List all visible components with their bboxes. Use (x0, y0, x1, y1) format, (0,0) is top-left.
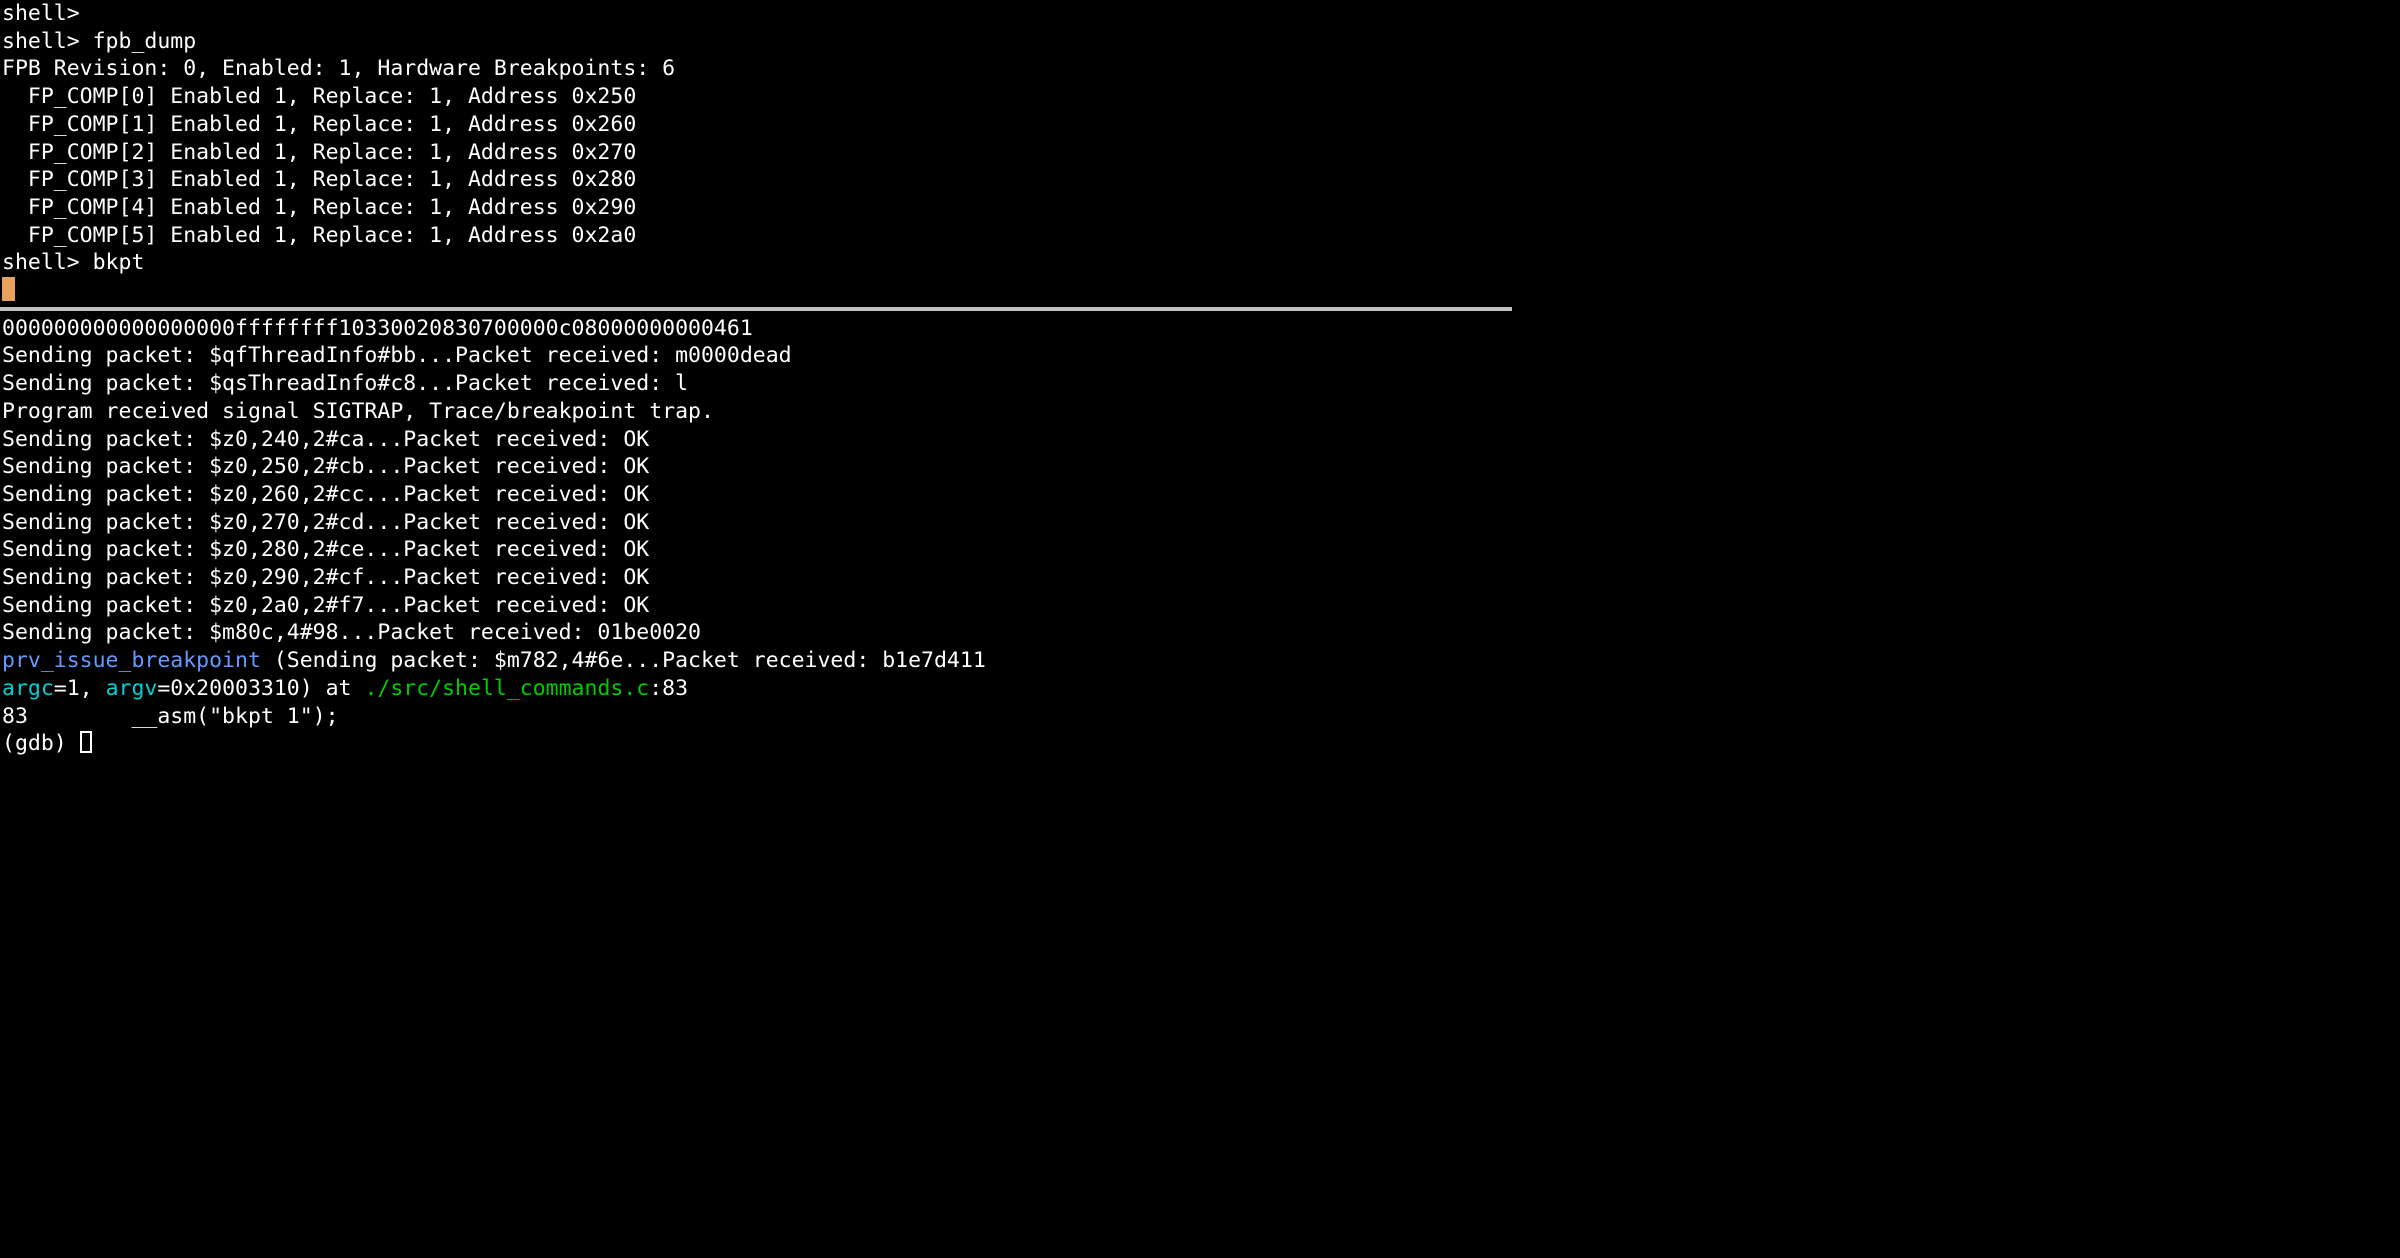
pane-divider[interactable] (0, 307, 1512, 311)
terminal-top-pane[interactable]: shell> shell> fpb_dump FPB Revision: 0, … (0, 0, 1512, 305)
fp-comp-line-1: FP_COMP[1] Enabled 1, Replace: 1, Addres… (2, 111, 1510, 139)
fp-comp-line-2: FP_COMP[2] Enabled 1, Replace: 1, Addres… (2, 139, 1510, 167)
source-line: 83 __asm("bkpt 1"); (2, 703, 1510, 731)
shell-bkpt-line: shell> bkpt (2, 249, 1510, 277)
function-name: prv_issue_breakpoint (2, 648, 261, 673)
sigtrap-line: Program received signal SIGTRAP, Trace/b… (2, 398, 1510, 426)
fp-comp-line-4: FP_COMP[4] Enabled 1, Replace: 1, Addres… (2, 194, 1510, 222)
shell-prompt-line: shell> (2, 0, 1510, 28)
gdb-prompt-line[interactable]: (gdb) (2, 730, 1510, 758)
fp-comp-line-3: FP_COMP[3] Enabled 1, Replace: 1, Addres… (2, 166, 1510, 194)
packet-line: Sending packet: $z0,260,2#cc...Packet re… (2, 481, 1510, 509)
fp-comp-line-0: FP_COMP[0] Enabled 1, Replace: 1, Addres… (2, 83, 1510, 111)
terminal-bottom-pane[interactable]: 000000000000000000ffffffff10330020830700… (0, 315, 1512, 758)
packet-line: Sending packet: $z0,280,2#ce...Packet re… (2, 536, 1510, 564)
packet-line: Sending packet: $qsThreadInfo#c8...Packe… (2, 370, 1510, 398)
block-cursor-icon (2, 277, 15, 301)
fp-comp-line-5: FP_COMP[5] Enabled 1, Replace: 1, Addres… (2, 222, 1510, 250)
packet-line: Sending packet: $m80c,4#98...Packet rece… (2, 619, 1510, 647)
argc-value: =1, (54, 676, 106, 701)
packet-line: Sending packet: $z0,290,2#cf...Packet re… (2, 564, 1510, 592)
fpb-header-line: FPB Revision: 0, Enabled: 1, Hardware Br… (2, 55, 1510, 83)
box-cursor-icon (80, 731, 93, 753)
packet-tail: (Sending packet: $m782,4#6e...Packet rec… (261, 648, 986, 673)
packet-line: Sending packet: $z0,240,2#ca...Packet re… (2, 426, 1510, 454)
packet-line: Sending packet: $z0,2a0,2#f7...Packet re… (2, 592, 1510, 620)
hex-dump-line: 000000000000000000ffffffff10330020830700… (2, 315, 1510, 343)
cursor-line (2, 277, 1510, 305)
packet-line: Sending packet: $qfThreadInfo#bb...Packe… (2, 342, 1510, 370)
packet-line: Sending packet: $z0,270,2#cd...Packet re… (2, 509, 1510, 537)
param-argc: argc (2, 676, 54, 701)
shell-command-line: shell> fpb_dump (2, 28, 1510, 56)
frame-args-line: argc=1, argv=0x20003310) at ./src/shell_… (2, 675, 1510, 703)
gdb-prompt: (gdb) (2, 731, 80, 756)
source-line-number: :83 (649, 676, 688, 701)
param-argv: argv (106, 676, 158, 701)
packet-line: Sending packet: $z0,250,2#cb...Packet re… (2, 453, 1510, 481)
breakpoint-frame-line: prv_issue_breakpoint (Sending packet: $m… (2, 647, 1510, 675)
argv-value: =0x20003310) at (157, 676, 364, 701)
source-path: ./src/shell_commands.c (364, 676, 649, 701)
